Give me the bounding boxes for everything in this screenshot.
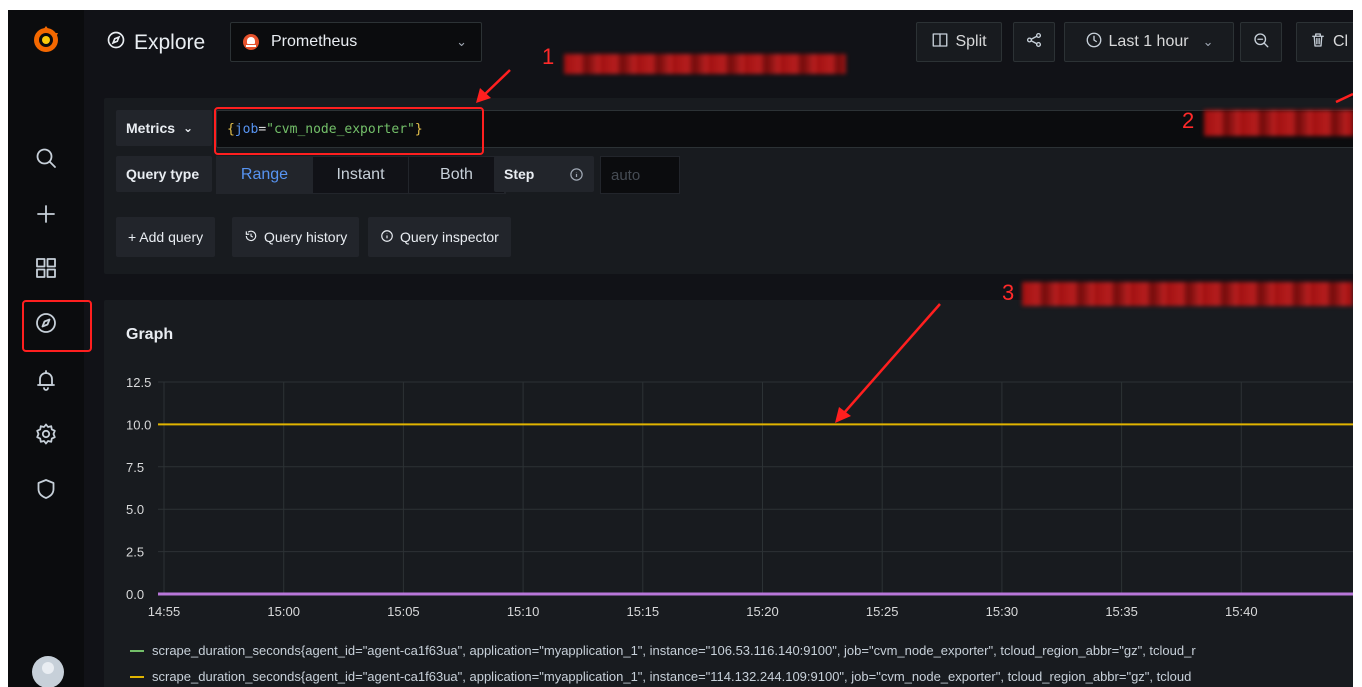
app-window: Explore Prometheus ⌄ Split Last 1 hour ⌄ — [8, 10, 1353, 687]
annotation-arrows — [476, 69, 1353, 423]
annotation-arrow — [1335, 92, 1353, 104]
annotation-arrow — [843, 303, 941, 414]
annotation-arrow — [483, 69, 511, 96]
